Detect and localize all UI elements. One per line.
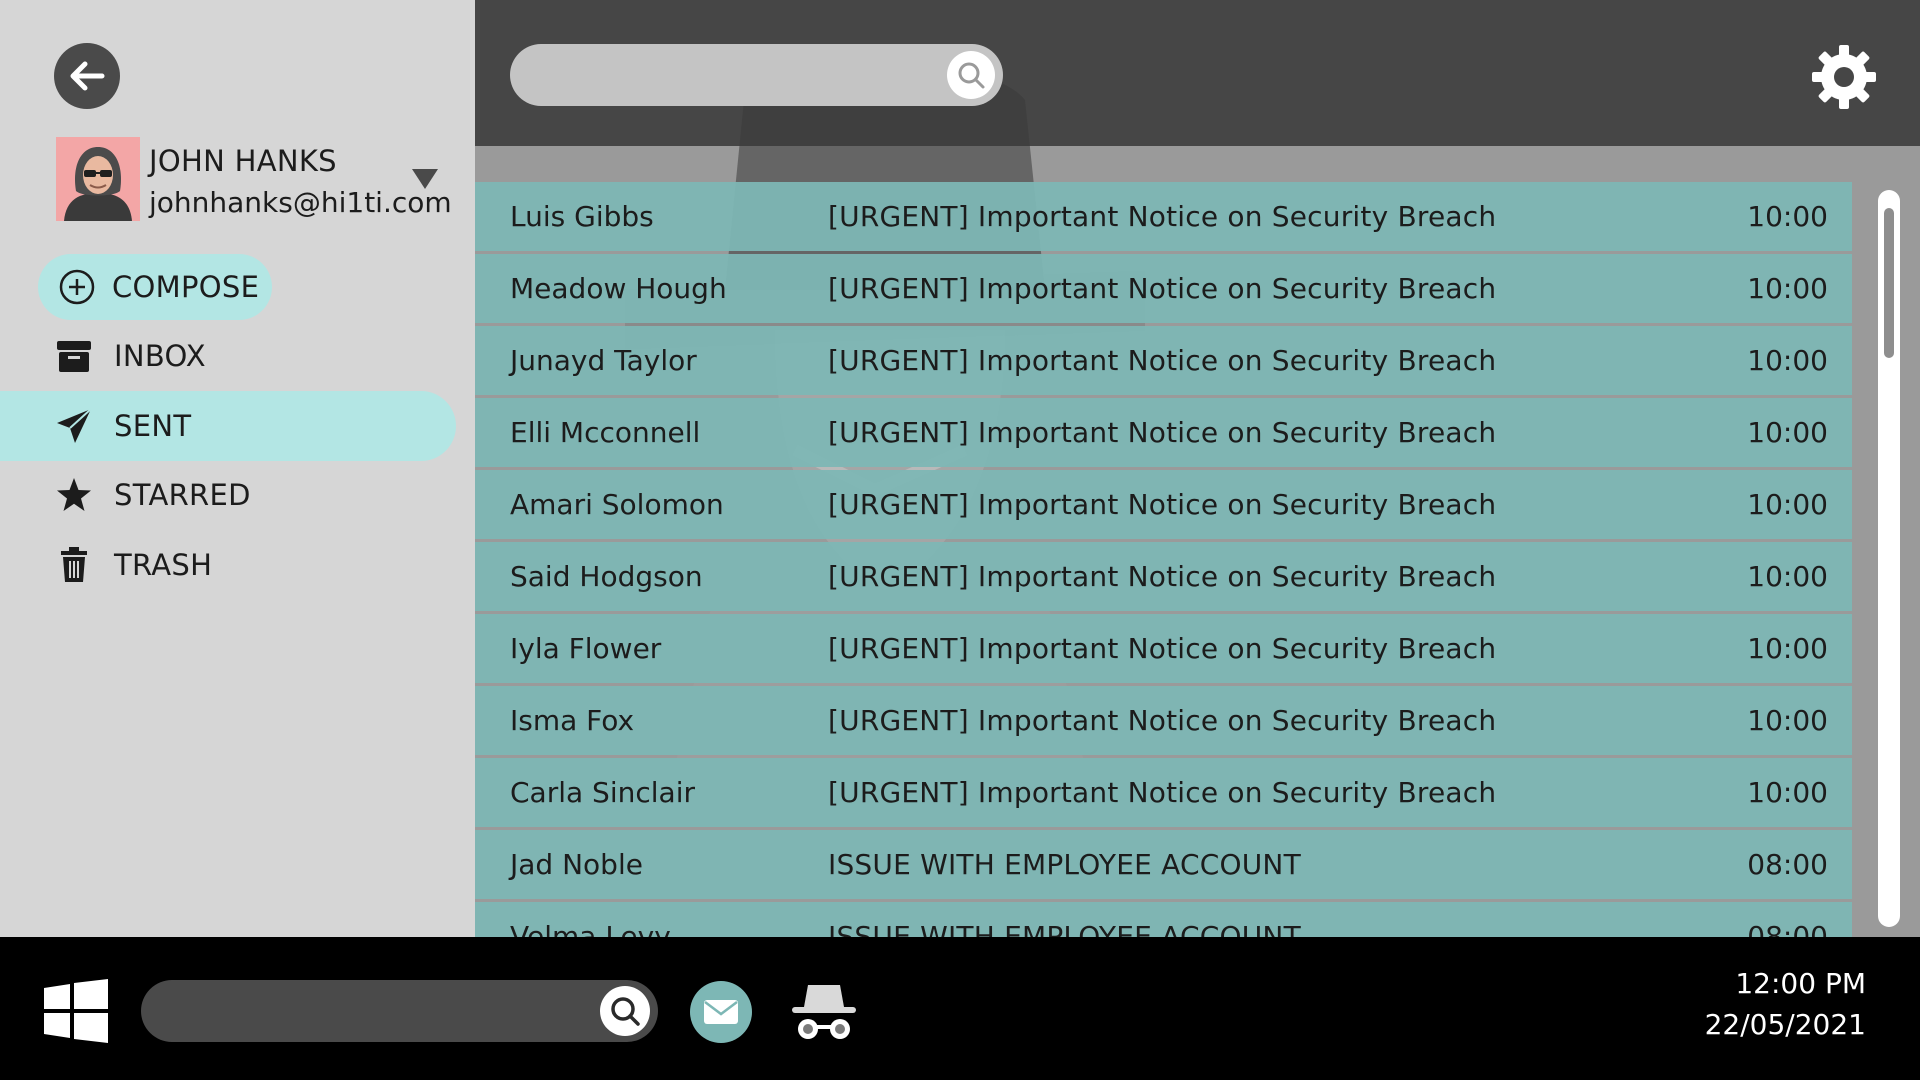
email-time: 10:00	[1747, 488, 1828, 521]
sidebar-item-inbox[interactable]: INBOX	[0, 321, 456, 391]
email-row[interactable]: Luis Gibbs [URGENT] Important Notice on S…	[475, 182, 1852, 251]
search-icon	[958, 62, 985, 89]
email-subject: [URGENT] Important Notice on Security Br…	[828, 272, 1497, 305]
email-sender: Isma Fox	[510, 704, 635, 737]
email-row[interactable]: Carla Sinclair [URGENT] Important Notice …	[475, 758, 1852, 827]
main-panel: Luis Gibbs [URGENT] Important Notice on S…	[475, 0, 1920, 937]
email-row[interactable]: Amari Solomon [URGENT] Important Notice o…	[475, 470, 1852, 539]
paper-plane-icon	[54, 406, 94, 446]
email-row[interactable]: Meadow Hough [URGENT] Important Notice on…	[475, 254, 1852, 323]
email-row[interactable]: Jad Noble ISSUE WITH EMPLOYEE ACCOUNT 08:0…	[475, 830, 1852, 899]
search-icon	[611, 997, 640, 1026]
sidebar-item-label: INBOX	[114, 339, 206, 373]
email-time: 10:00	[1747, 560, 1828, 593]
email-sender: Said Hodgson	[510, 560, 703, 593]
sidebar-item-starred[interactable]: STARRED	[0, 460, 456, 530]
email-sender: Luis Gibbs	[510, 200, 654, 233]
account-email: johnhanks@hi1ti.com	[149, 186, 452, 219]
email-sender: Jad Noble	[510, 848, 643, 881]
email-sender: Elli Mcconnell	[510, 416, 701, 449]
sidebar-item-label: STARRED	[114, 478, 251, 512]
search-input[interactable]	[510, 44, 1003, 106]
email-sender: Carla Sinclair	[510, 776, 695, 809]
plus-circle-icon	[59, 269, 95, 305]
email-subject: [URGENT] Important Notice on Security Br…	[828, 416, 1497, 449]
email-sender: Junayd Taylor	[510, 344, 697, 377]
email-subject: ISSUE WITH EMPLOYEE ACCOUNT	[828, 848, 1301, 881]
arrow-left-icon	[70, 61, 105, 91]
email-sender: Iyla Flower	[510, 632, 662, 665]
email-time: 10:00	[1747, 776, 1828, 809]
gear-icon[interactable]	[1812, 45, 1876, 109]
compose-label: COMPOSE	[112, 270, 260, 304]
taskbar-search-input[interactable]	[141, 980, 658, 1042]
email-sender: Velma Levy	[510, 920, 671, 937]
clock-time: 12:00 PM	[1735, 967, 1866, 1000]
taskbar: 12:00 PM 22/05/2021	[0, 937, 1920, 1080]
back-button[interactable]	[54, 43, 120, 109]
star-icon	[54, 475, 94, 515]
email-time: 08:00	[1747, 848, 1828, 881]
email-subject: ISSUE WITH EMPLOYEE ACCOUNT	[828, 920, 1301, 937]
email-row[interactable]: Velma Levy ISSUE WITH EMPLOYEE ACCOUNT 08:…	[475, 902, 1852, 937]
email-time: 08:00	[1747, 920, 1828, 937]
email-list: Luis Gibbs [URGENT] Important Notice on S…	[475, 182, 1852, 937]
email-subject: [URGENT] Important Notice on Security Br…	[828, 488, 1497, 521]
email-subject: [URGENT] Important Notice on Security Br…	[828, 632, 1497, 665]
avatar	[56, 137, 140, 221]
email-time: 10:00	[1747, 344, 1828, 377]
account-dropdown-button[interactable]	[408, 165, 442, 193]
email-subject: [URGENT] Important Notice on Security Br…	[828, 560, 1497, 593]
email-sender: Amari Solomon	[510, 488, 724, 521]
email-time: 10:00	[1747, 704, 1828, 737]
triangle-down-icon	[412, 169, 438, 189]
windows-logo-icon[interactable]	[44, 979, 108, 1043]
sidebar: JOHN HANKS johnhanks@hi1ti.com COMPOSE I…	[0, 0, 475, 937]
email-subject: [URGENT] Important Notice on Security Br…	[828, 776, 1497, 809]
account-name: JOHN HANKS	[149, 144, 337, 178]
archive-box-icon	[54, 336, 94, 376]
email-time: 10:00	[1747, 632, 1828, 665]
email-time: 10:00	[1747, 416, 1828, 449]
clock-date: 22/05/2021	[1704, 1008, 1866, 1041]
email-row[interactable]: Said Hodgson [URGENT] Important Notice on…	[475, 542, 1852, 611]
spy-icon[interactable]	[790, 977, 858, 1045]
mail-icon	[704, 1000, 738, 1024]
compose-button[interactable]: COMPOSE	[38, 254, 272, 320]
email-row[interactable]: Isma Fox [URGENT] Important Notice on Sec…	[475, 686, 1852, 755]
email-row[interactable]: Iyla Flower [URGENT] Important Notice on …	[475, 614, 1852, 683]
email-sender: Meadow Hough	[510, 272, 727, 305]
scrollbar-thumb[interactable]	[1884, 208, 1894, 358]
sidebar-item-label: SENT	[114, 409, 192, 443]
email-subject: [URGENT] Important Notice on Security Br…	[828, 704, 1497, 737]
email-time: 10:00	[1747, 272, 1828, 305]
mail-app-button[interactable]	[690, 981, 752, 1043]
sidebar-item-sent[interactable]: SENT	[0, 391, 456, 461]
search-button[interactable]	[947, 51, 995, 99]
email-subject: [URGENT] Important Notice on Security Br…	[828, 200, 1497, 233]
email-row[interactable]: Elli Mcconnell [URGENT] Important Notice …	[475, 398, 1852, 467]
sidebar-item-label: TRASH	[114, 548, 213, 582]
taskbar-search-button[interactable]	[600, 986, 650, 1036]
email-row[interactable]: Junayd Taylor [URGENT] Important Notice o…	[475, 326, 1852, 395]
trash-icon	[54, 545, 94, 585]
sidebar-item-trash[interactable]: TRASH	[0, 530, 456, 600]
email-time: 10:00	[1747, 200, 1828, 233]
scrollbar[interactable]	[1878, 190, 1900, 927]
email-subject: [URGENT] Important Notice on Security Br…	[828, 344, 1497, 377]
